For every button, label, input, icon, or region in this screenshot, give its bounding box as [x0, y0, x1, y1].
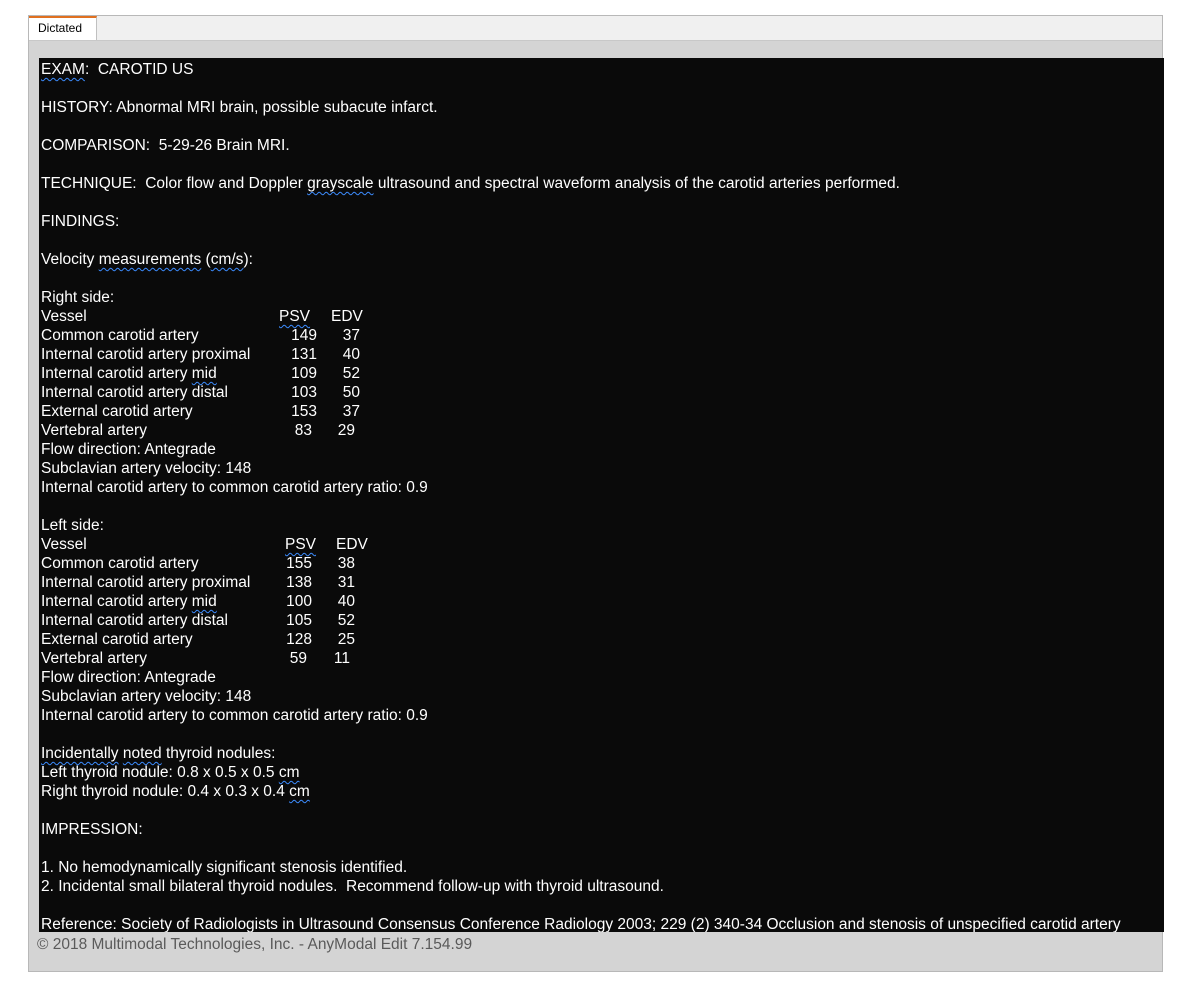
comparison-line: COMPARISON: 5-29-26 Brain MRI.: [41, 137, 290, 154]
left-row-psv: 128: [286, 631, 312, 648]
right-row-name: Common carotid artery: [41, 327, 199, 344]
right-row-edv: 37: [342, 403, 360, 420]
spell-flag[interactable]: noted: [123, 745, 162, 762]
left-vessel-header: Vessel: [41, 536, 87, 553]
right-row-name: Internal carotid artery mid: [41, 365, 217, 382]
technique-line: TECHNIQUE: Color flow and Doppler graysc…: [41, 175, 900, 192]
spell-flag[interactable]: cm: [279, 764, 300, 781]
left-row-psv: 155: [286, 555, 312, 572]
left-edv-header: EDV: [336, 536, 368, 553]
copyright-footer: © 2018 Multimodal Technologies, Inc. - A…: [37, 936, 473, 953]
impression-heading: IMPRESSION:: [41, 821, 143, 838]
spell-flag[interactable]: Radiologists: [194, 916, 278, 932]
left-row-psv: 100: [286, 593, 312, 610]
right-row-psv: 83: [294, 422, 312, 439]
right-edv-header: EDV: [331, 308, 363, 325]
right-flow-direction: Flow direction: Antegrade: [41, 441, 216, 458]
tab-bar: Dictated: [29, 16, 1162, 41]
left-row-edv: 40: [337, 593, 355, 610]
right-ica-cca-ratio: Internal carotid artery to common caroti…: [41, 479, 428, 496]
left-row-edv: 38: [337, 555, 355, 572]
right-row-edv: 52: [342, 365, 360, 382]
reference-line: Reference: Society of Radiologists in Ul…: [41, 916, 1121, 932]
history-line: HISTORY: Abnormal MRI brain, possible su…: [41, 99, 438, 116]
velocity-heading: Velocity measurements (cm/s):: [41, 251, 253, 268]
right-row-edv: 29: [337, 422, 355, 439]
left-row-name: External carotid artery: [41, 631, 193, 648]
left-row-name: Internal carotid artery distal: [41, 612, 228, 629]
right-subclavian: Subclavian artery velocity: 148: [41, 460, 252, 477]
right-row-psv: 109: [291, 365, 317, 382]
spell-flag[interactable]: mid: [192, 593, 217, 610]
spell-flag[interactable]: Incidentally: [41, 745, 119, 762]
spell-flag[interactable]: measurements: [99, 251, 202, 268]
left-row-psv: 105: [286, 612, 312, 629]
left-flow-direction: Flow direction: Antegrade: [41, 669, 216, 686]
spell-flag[interactable]: cm/s: [211, 251, 244, 268]
left-row-edv: 25: [337, 631, 355, 648]
right-psv-header[interactable]: PSV: [279, 307, 310, 326]
left-row-edv: 11: [333, 650, 350, 667]
spell-flag[interactable]: grayscale: [307, 175, 373, 192]
tab-dictated[interactable]: Dictated: [29, 16, 97, 40]
impression-item-2: 2. Incidental small bilateral thyroid no…: [41, 878, 664, 895]
right-row-psv: 103: [291, 384, 317, 401]
left-row-name: Vertebral artery: [41, 650, 147, 667]
left-side-heading: Left side:: [41, 517, 104, 534]
left-row-edv: 52: [337, 612, 355, 629]
findings-heading: FINDINGS:: [41, 213, 120, 230]
left-psv-header[interactable]: PSV: [285, 535, 316, 554]
report-text-editor[interactable]: EXAM: CAROTID US HISTORY: Abnormal MRI b…: [39, 58, 1164, 932]
spell-flag[interactable]: Conference: [460, 916, 540, 932]
left-row-name: Internal carotid artery proximal: [41, 574, 251, 591]
right-row-name: Vertebral artery: [41, 422, 147, 439]
thyroid-heading: Incidentally noted thyroid nodules:: [41, 745, 276, 762]
right-row-edv: 37: [342, 327, 360, 344]
right-row-psv: 149: [291, 327, 317, 344]
left-row-edv: 31: [337, 574, 355, 591]
left-ica-cca-ratio: Internal carotid artery to common caroti…: [41, 707, 428, 724]
right-thyroid-nodule: Right thyroid nodule: 0.4 x 0.3 x 0.4 cm: [41, 783, 310, 800]
right-row-name: Internal carotid artery proximal: [41, 346, 251, 363]
left-row-name: Common carotid artery: [41, 555, 199, 572]
left-row-psv: 138: [286, 574, 312, 591]
exam-line: EXAM: CAROTID US: [41, 61, 194, 78]
spell-flag[interactable]: unspecified: [947, 916, 1025, 932]
spell-flag[interactable]: EXAM: [41, 61, 85, 78]
spell-flag[interactable]: cm: [289, 783, 310, 800]
left-row-name: Internal carotid artery mid: [41, 593, 217, 610]
right-row-psv: 131: [291, 346, 317, 363]
right-row-name: External carotid artery: [41, 403, 193, 420]
left-subclavian: Subclavian artery velocity: 148: [41, 688, 252, 705]
right-side-heading: Right side:: [41, 289, 115, 306]
right-vessel-header: Vessel: [41, 308, 87, 325]
impression-item-1: 1. No hemodynamically significant stenos…: [41, 859, 408, 876]
right-row-edv: 50: [342, 384, 360, 401]
right-row-edv: 40: [342, 346, 360, 363]
left-row-psv: 59: [289, 650, 307, 667]
editor-window: Dictated EXAM: CAROTID US HISTORY: Abnor…: [28, 15, 1164, 972]
right-row-name: Internal carotid artery distal: [41, 384, 228, 401]
left-thyroid-nodule: Left thyroid nodule: 0.8 x 0.5 x 0.5 cm: [41, 764, 300, 781]
right-row-psv: 153: [291, 403, 317, 420]
spell-flag[interactable]: mid: [192, 365, 217, 382]
